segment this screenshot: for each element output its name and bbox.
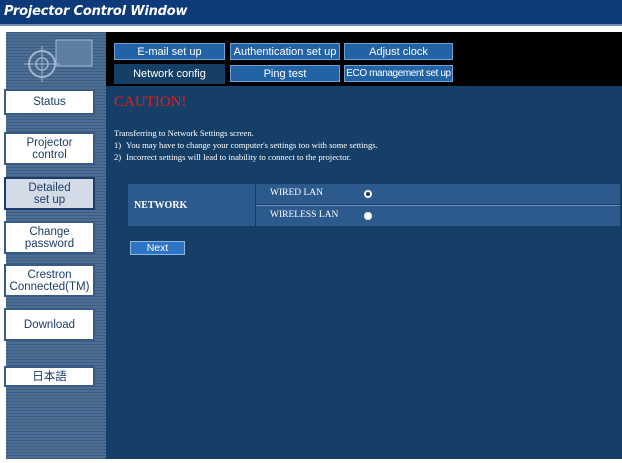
info-line-text: Transferring to Network Settings screen. xyxy=(114,128,254,138)
info-line-text: Incorrect settings will lead to inabilit… xyxy=(126,152,352,162)
sidebar-item-status[interactable]: Status xyxy=(4,89,95,115)
sidebar-item-crestron-connected[interactable]: Crestron Connected(TM) xyxy=(4,264,95,297)
tab-authentication-set-up[interactable]: Authentication set up xyxy=(230,43,340,60)
sidebar-item-download[interactable]: Download xyxy=(4,308,95,341)
tab-ping-test[interactable]: Ping test xyxy=(230,65,340,82)
option-label: WIRELESS LAN xyxy=(270,210,339,220)
network-label: NETWORK xyxy=(128,184,255,226)
network-option-wireless: WIRELESS LAN xyxy=(256,206,620,226)
projector-logo-icon xyxy=(24,39,93,82)
caution-heading: CAUTION! xyxy=(114,94,187,110)
tab-adjust-clock[interactable]: Adjust clock xyxy=(344,43,453,60)
info-line-number: 2) xyxy=(114,152,122,162)
info-line-number: 1) xyxy=(114,140,122,150)
info-line: 1) You may have to change your computer's… xyxy=(114,140,378,150)
option-label: WIRED LAN xyxy=(270,188,324,198)
info-line: Transferring to Network Settings screen. xyxy=(114,128,254,138)
tab-network-config[interactable]: Network config xyxy=(114,64,225,84)
network-option-wired: WIRED LAN xyxy=(256,184,620,204)
next-button[interactable]: Next xyxy=(130,241,185,255)
info-line-text: You may have to change your computer's s… xyxy=(126,140,378,150)
sidebar-item-change-password[interactable]: Change password xyxy=(4,221,95,254)
sidebar-item-japanese[interactable]: 日本語 xyxy=(4,366,95,387)
sidebar-item-detailed-set-up[interactable]: Detailed set up xyxy=(4,177,95,210)
network-table: NETWORK WIRED LAN WIRELESS LAN xyxy=(128,184,620,226)
projector-control-window: Projector Control Window Status Projecto… xyxy=(0,0,622,463)
tab-eco-management-set-up[interactable]: ECO management set up xyxy=(344,65,453,82)
wired-lan-radio[interactable] xyxy=(364,190,372,198)
tab-email-set-up[interactable]: E-mail set up xyxy=(114,43,225,60)
window-title: Projector Control Window xyxy=(4,4,188,19)
info-line: 2) Incorrect settings will lead to inabil… xyxy=(114,152,351,162)
sidebar-item-projector-control[interactable]: Projector control xyxy=(4,132,95,165)
wireless-lan-radio[interactable] xyxy=(364,212,372,220)
title-bar: Projector Control Window xyxy=(0,0,622,26)
